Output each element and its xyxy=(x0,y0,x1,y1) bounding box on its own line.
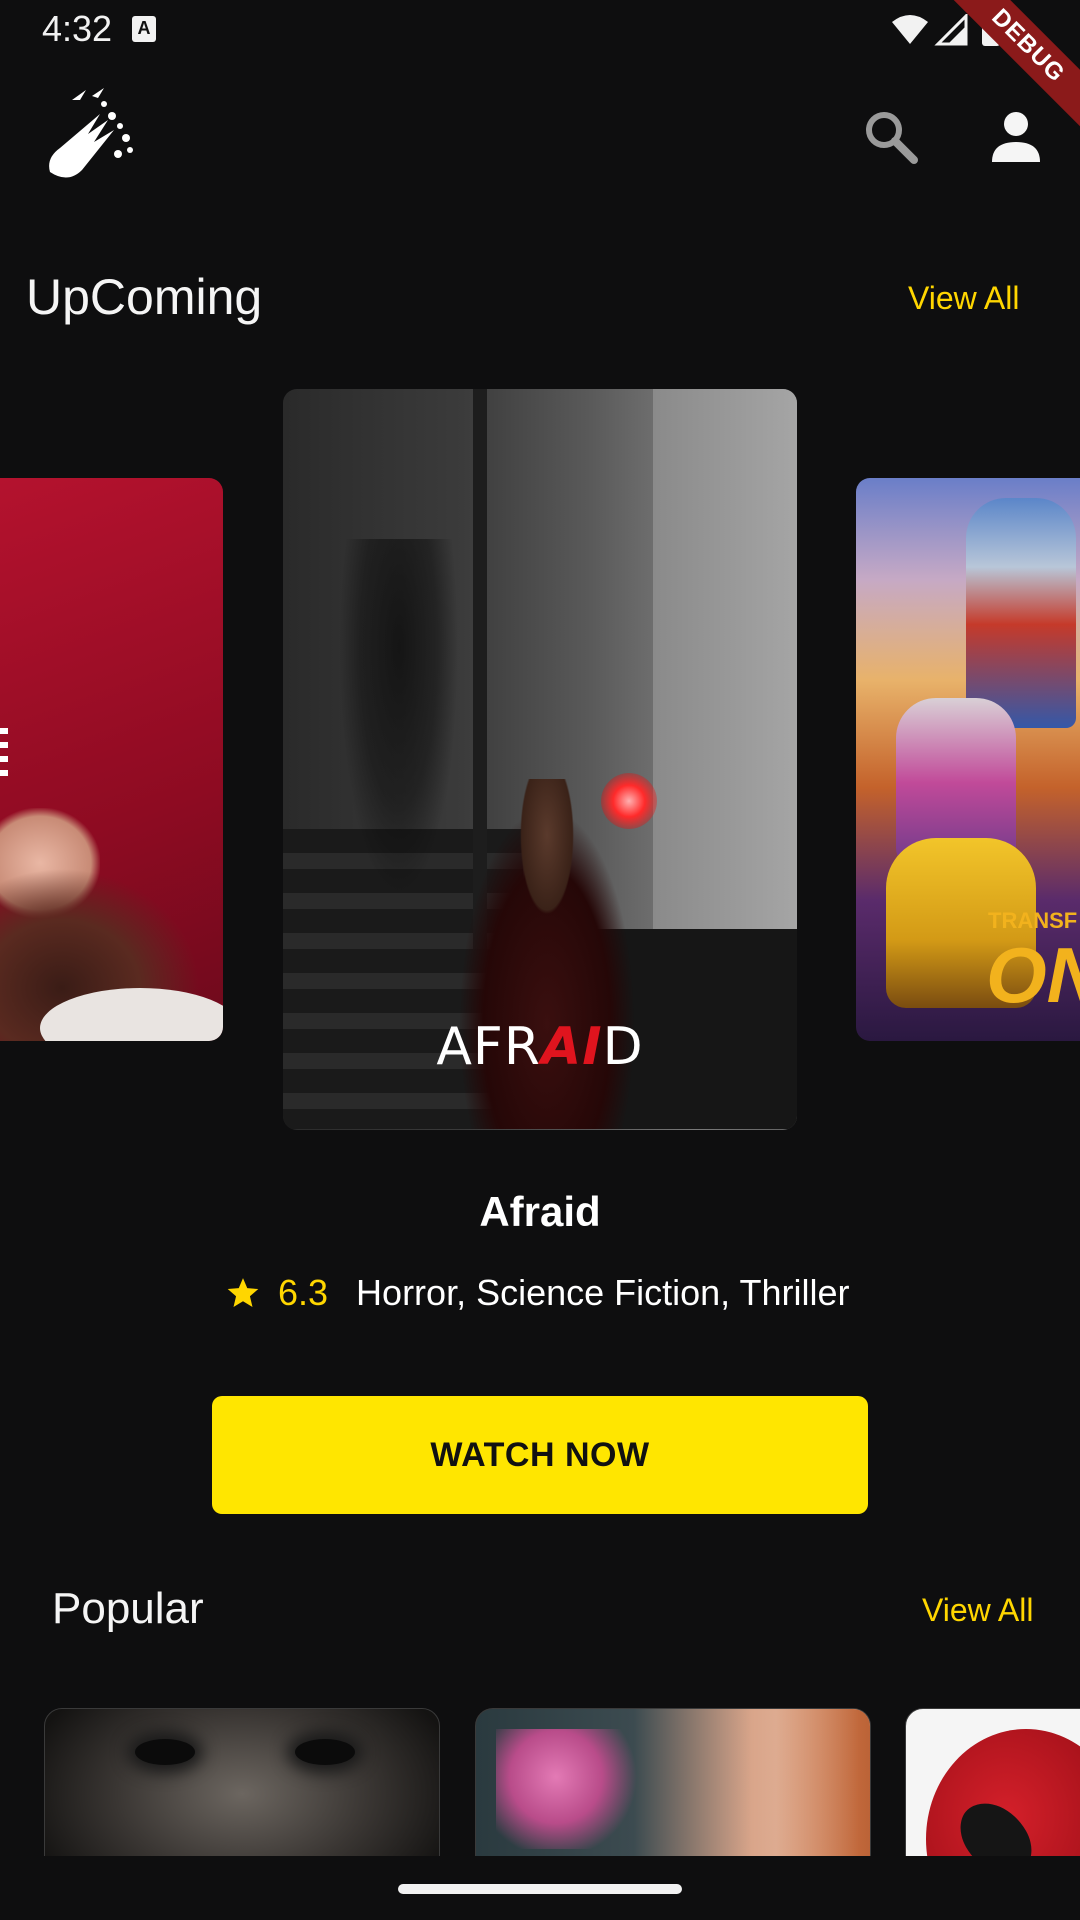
navigation-bar xyxy=(0,1856,1080,1920)
status-bar: 4:32 A xyxy=(0,0,1080,62)
poster-title-part1: AFR xyxy=(436,1017,541,1077)
person-icon[interactable] xyxy=(990,110,1042,162)
home-gesture-handle[interactable] xyxy=(398,1884,682,1894)
poster-title-fragment xyxy=(0,728,8,778)
upcoming-poster-previous[interactable] xyxy=(0,478,223,1041)
poster-title: AFRAID xyxy=(283,1017,797,1077)
poster-shadow-figure xyxy=(339,539,459,899)
poster-flower xyxy=(496,1729,646,1849)
popular-title: Popular xyxy=(52,1584,204,1633)
star-icon xyxy=(227,1278,259,1308)
notification-a-icon: A xyxy=(132,16,156,42)
popular-view-all-link[interactable]: View All xyxy=(922,1592,1033,1629)
poster-door xyxy=(653,389,797,949)
poster-robot xyxy=(966,498,1076,728)
poster-eye xyxy=(295,1739,355,1765)
upcoming-poster-next[interactable]: TRANSF ON xyxy=(856,478,1080,1041)
home-screen: 4:32 A DEBUG UpComing View All AFRAID TR… xyxy=(0,0,1080,1920)
poster-brand-big: ON xyxy=(986,931,1080,1019)
signal-icon xyxy=(934,14,968,46)
poster-title-part2: AI xyxy=(540,1017,603,1077)
watch-now-button[interactable]: WATCH NOW xyxy=(212,1396,868,1514)
poster-title-part3: D xyxy=(602,1017,644,1077)
poster-eye xyxy=(135,1739,195,1765)
upcoming-poster-current[interactable]: AFRAID xyxy=(283,389,797,1130)
featured-movie-title: Afraid xyxy=(479,1188,601,1235)
upcoming-title: UpComing xyxy=(26,269,263,325)
featured-meta-row: 6.3 Horror, Science Fiction, Thriller xyxy=(226,1268,850,1318)
genres-text: Horror, Science Fiction, Thriller xyxy=(356,1272,850,1313)
upcoming-view-all-link[interactable]: View All xyxy=(908,280,1019,317)
search-icon[interactable] xyxy=(862,108,918,164)
rating-value: 6.3 xyxy=(278,1272,329,1313)
wifi-icon xyxy=(892,15,928,44)
status-time: 4:32 xyxy=(42,8,113,49)
meteor-logo-icon[interactable] xyxy=(42,86,142,186)
